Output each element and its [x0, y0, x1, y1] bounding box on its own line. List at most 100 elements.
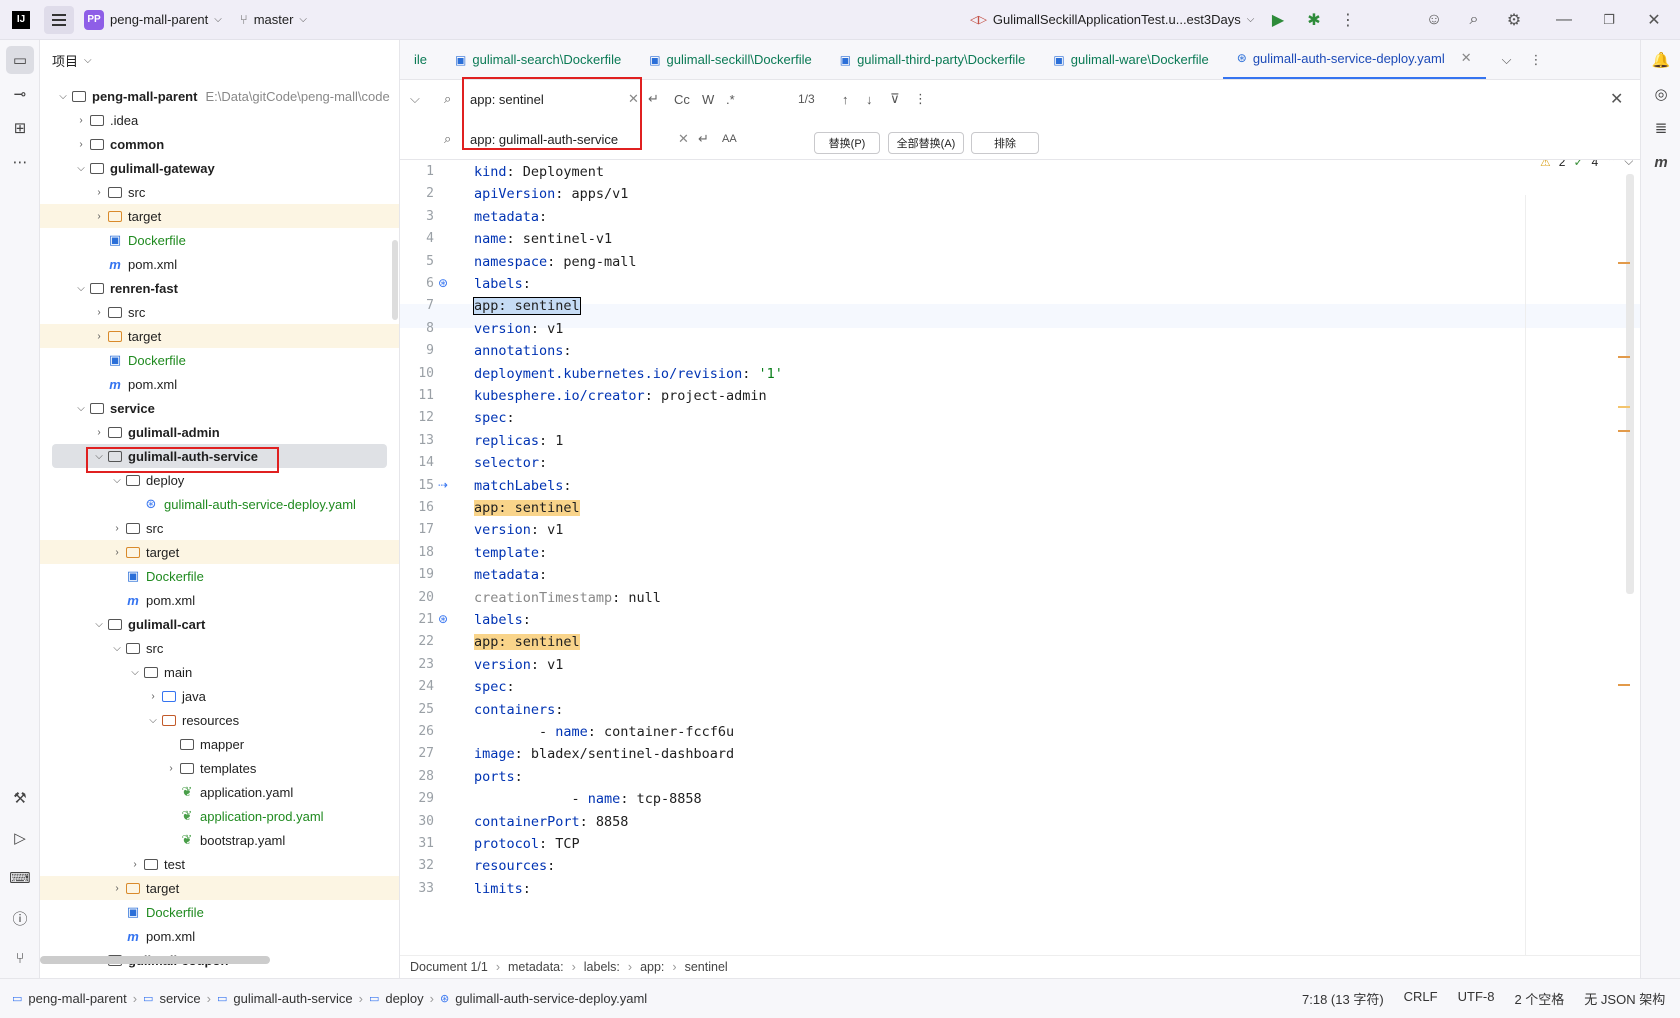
tree-item[interactable]: ⌵ renren-fast: [40, 276, 399, 300]
chevron-down-icon[interactable]: ⌵: [146, 715, 160, 726]
caret-position[interactable]: 7:18 (13 字符): [1302, 989, 1384, 1008]
services-icon[interactable]: ▷: [6, 824, 34, 852]
main-menu-button[interactable]: [44, 5, 74, 34]
editor-crumb[interactable]: app:: [640, 960, 664, 974]
line-number[interactable]: 13: [400, 433, 434, 448]
code-line[interactable]: deployment.kubernetes.io/revision: '1': [474, 362, 783, 386]
gutter-k8s-icon[interactable]: ⊛: [438, 276, 448, 290]
more-tabs-icon[interactable]: ⋮: [1530, 52, 1543, 68]
line-number[interactable]: 17: [400, 522, 434, 537]
exclude-button[interactable]: 排除: [971, 132, 1039, 154]
run-icon[interactable]: ▶: [1264, 6, 1292, 34]
editor-tab[interactable]: ▣ gulimall-ware\Dockerfile: [1039, 40, 1222, 79]
chevron-right-icon[interactable]: ›: [74, 115, 88, 126]
editor-crumb[interactable]: metadata:: [508, 960, 564, 974]
panel-scrollbar[interactable]: [392, 240, 398, 320]
chevron-right-icon[interactable]: ›: [110, 523, 124, 534]
maven-icon[interactable]: m: [1647, 148, 1675, 176]
code-line[interactable]: annotations:: [474, 339, 572, 363]
code-line[interactable]: protocol: TCP: [474, 832, 580, 856]
line-number[interactable]: 33: [400, 881, 434, 896]
tree-item[interactable]: › src: [40, 516, 399, 540]
tree-item[interactable]: › templates: [40, 756, 399, 780]
line-number[interactable]: 1: [400, 164, 434, 179]
line-separator[interactable]: CRLF: [1404, 989, 1438, 1008]
line-number[interactable]: 7: [400, 298, 434, 313]
replace-input[interactable]: app: gulimall-auth-service: [470, 132, 618, 147]
line-number[interactable]: 14: [400, 455, 434, 470]
settings-icon[interactable]: ⚙: [1500, 6, 1528, 34]
line-number[interactable]: 2: [400, 186, 434, 201]
gutter-k8s-icon[interactable]: ⊛: [438, 612, 448, 626]
chevron-up-icon[interactable]: ⌃: [1606, 160, 1616, 169]
code-line[interactable]: name: sentinel-v1: [474, 227, 612, 251]
newline-icon[interactable]: ↵: [648, 91, 659, 107]
line-number[interactable]: 18: [400, 545, 434, 560]
code-line[interactable]: selector:: [474, 451, 547, 475]
terminal-icon[interactable]: ⌨: [6, 864, 34, 892]
code-line[interactable]: metadata:: [474, 563, 547, 587]
tree-item[interactable]: ▣ Dockerfile: [40, 900, 399, 924]
tree-item[interactable]: ⌵ gulimall-auth-service: [52, 444, 387, 468]
chevron-right-icon[interactable]: ›: [92, 331, 106, 342]
editor-tab[interactable]: ⊛ gulimall-auth-service-deploy.yaml ✕: [1222, 40, 1486, 79]
status-path-item[interactable]: gulimall-auth-service-deploy.yaml: [455, 991, 647, 1006]
line-number[interactable]: 3: [400, 209, 434, 224]
line-number[interactable]: 25: [400, 702, 434, 717]
code-line[interactable]: - name: container-fccf6u: [474, 720, 734, 744]
line-number[interactable]: 29: [400, 791, 434, 806]
line-number[interactable]: 27: [400, 746, 434, 761]
search-input[interactable]: app: sentinel: [470, 92, 544, 107]
line-number[interactable]: 15: [400, 478, 434, 493]
replace-button[interactable]: 替换(P): [814, 132, 880, 154]
tree-item[interactable]: › src: [40, 300, 399, 324]
project-switcher[interactable]: PP peng-mall-parent ⌵: [84, 0, 222, 40]
tree-item[interactable]: › target: [40, 876, 399, 900]
line-number[interactable]: 12: [400, 410, 434, 425]
code-line[interactable]: matchLabels:: [474, 474, 572, 498]
branch-switcher[interactable]: ⑂ master ⌵: [240, 0, 307, 40]
editor-crumb[interactable]: Document 1/1: [410, 960, 488, 974]
line-number[interactable]: 4: [400, 231, 434, 246]
line-number[interactable]: 23: [400, 657, 434, 672]
code-line[interactable]: containerPort: 8858: [474, 810, 628, 834]
line-number[interactable]: 10: [400, 366, 434, 381]
tree-item[interactable]: ▣ Dockerfile: [40, 564, 399, 588]
close-window-icon[interactable]: ✕: [1640, 6, 1668, 34]
json-schema[interactable]: 无 JSON 架构: [1584, 989, 1665, 1008]
line-number[interactable]: 9: [400, 343, 434, 358]
tree-item[interactable]: m pom.xml: [40, 924, 399, 948]
indent-setting[interactable]: 2 个空格: [1514, 989, 1564, 1008]
more-actions-icon[interactable]: ⋮: [1334, 6, 1362, 34]
tree-item[interactable]: › gulimall-admin: [40, 420, 399, 444]
chevron-right-icon[interactable]: ›: [164, 763, 178, 774]
chevron-down-icon[interactable]: ⌵: [128, 667, 142, 678]
database-icon[interactable]: ≣: [1647, 114, 1675, 142]
chevron-right-icon[interactable]: ›: [92, 427, 106, 438]
close-find-icon[interactable]: ✕: [1610, 89, 1623, 109]
line-number[interactable]: 5: [400, 254, 434, 269]
git-icon[interactable]: ⑂: [6, 944, 34, 972]
line-number[interactable]: 19: [400, 567, 434, 582]
code-line[interactable]: containers:: [474, 698, 563, 722]
chevron-down-icon[interactable]: ⌵: [74, 403, 88, 414]
line-number[interactable]: 6: [400, 276, 434, 291]
chevron-right-icon[interactable]: ›: [74, 139, 88, 150]
tree-item[interactable]: ❦ application-prod.yaml: [40, 804, 399, 828]
structure-icon[interactable]: ⊞: [6, 114, 34, 142]
code-line[interactable]: kubesphere.io/creator: project-admin: [474, 384, 767, 408]
code-line[interactable]: template:: [474, 541, 547, 565]
debug-icon[interactable]: ✱: [1300, 6, 1328, 34]
editor-tab[interactable]: ▣ gulimall-third-party\Dockerfile: [826, 40, 1040, 79]
ai-assistant-icon[interactable]: ◎: [1647, 80, 1675, 108]
line-number[interactable]: 32: [400, 858, 434, 873]
code-line[interactable]: app: sentinel: [474, 496, 580, 520]
code-line[interactable]: app: sentinel: [474, 630, 580, 654]
chevron-right-icon[interactable]: ›: [110, 547, 124, 558]
tree-item[interactable]: › src: [40, 180, 399, 204]
code-line[interactable]: spec:: [474, 406, 515, 430]
editor-tab[interactable]: ▣ gulimall-seckill\Dockerfile: [635, 40, 826, 79]
line-number[interactable]: 22: [400, 634, 434, 649]
chevron-down-icon[interactable]: ⌵: [110, 643, 124, 654]
add-user-icon[interactable]: ☺: [1420, 6, 1448, 34]
